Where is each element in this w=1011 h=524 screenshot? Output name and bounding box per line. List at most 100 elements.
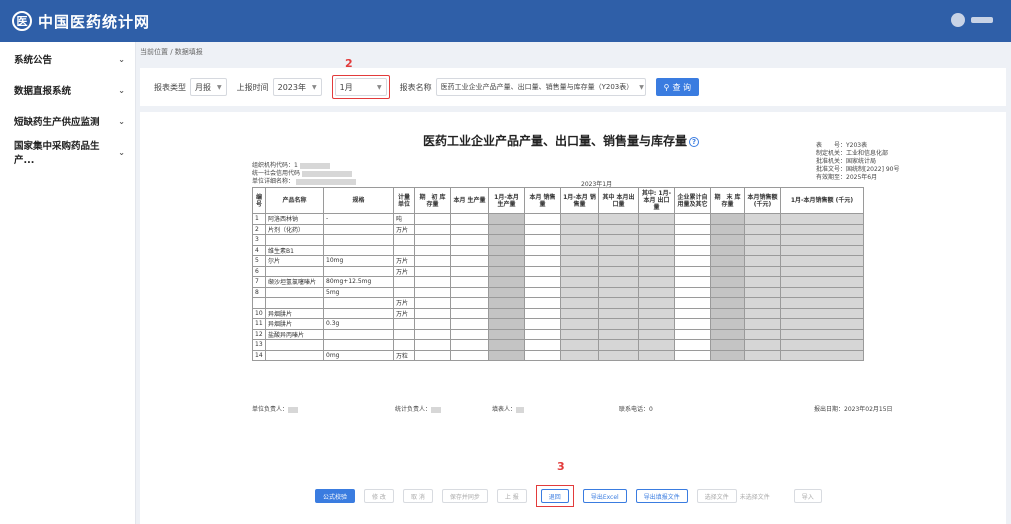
- cell-value-redacted[interactable]: [524, 307, 561, 319]
- cell-value-redacted[interactable]: [524, 339, 561, 351]
- cell-value-redacted[interactable]: [780, 339, 864, 351]
- export-excel-button[interactable]: 导出Excel: [582, 489, 627, 503]
- cell-value-redacted[interactable]: [560, 318, 599, 330]
- cell-value-redacted[interactable]: [524, 244, 561, 256]
- sidebar-item-shortage-monitor[interactable]: 短缺药生产供应监测 ⌄: [0, 107, 135, 135]
- cell-value-redacted[interactable]: [710, 297, 745, 309]
- cell-value-redacted[interactable]: [488, 339, 525, 351]
- cell-value-redacted[interactable]: [560, 349, 599, 361]
- cell-value-redacted[interactable]: [780, 234, 864, 246]
- cell-value-redacted[interactable]: [638, 339, 675, 351]
- cell-value-redacted[interactable]: [638, 255, 675, 267]
- cell-value-redacted[interactable]: [638, 318, 675, 330]
- cell-value-redacted[interactable]: [524, 318, 561, 330]
- cell-value-redacted[interactable]: [560, 213, 599, 225]
- cell-value-redacted[interactable]: [524, 276, 561, 288]
- cell-value-redacted[interactable]: [414, 328, 451, 340]
- cell-value-redacted[interactable]: [598, 244, 639, 256]
- cell-value-redacted[interactable]: [414, 265, 451, 277]
- cell-value-redacted[interactable]: [744, 276, 781, 288]
- cell-value-redacted[interactable]: [780, 255, 864, 267]
- cell-value-redacted[interactable]: [450, 213, 489, 225]
- cell-value-redacted[interactable]: [744, 265, 781, 277]
- cell-value-redacted[interactable]: [414, 286, 451, 298]
- cell-value-redacted[interactable]: [560, 223, 599, 235]
- cell-value-redacted[interactable]: [674, 265, 711, 277]
- cell-value-redacted[interactable]: [710, 276, 745, 288]
- cell-value-redacted[interactable]: [710, 244, 745, 256]
- cell-value-redacted[interactable]: [450, 318, 489, 330]
- cell-value-redacted[interactable]: [450, 223, 489, 235]
- cell-value-redacted[interactable]: [598, 286, 639, 298]
- cell-value-redacted[interactable]: [450, 349, 489, 361]
- cell-value-redacted[interactable]: [560, 297, 599, 309]
- cell-value-redacted[interactable]: [488, 265, 525, 277]
- cell-value-redacted[interactable]: [488, 297, 525, 309]
- cell-value-redacted[interactable]: [450, 244, 489, 256]
- cell-value-redacted[interactable]: [598, 223, 639, 235]
- cell-value-redacted[interactable]: [488, 328, 525, 340]
- cell-value-redacted[interactable]: [450, 307, 489, 319]
- cell-value-redacted[interactable]: [524, 255, 561, 267]
- cell-value-redacted[interactable]: [450, 328, 489, 340]
- cell-value-redacted[interactable]: [674, 223, 711, 235]
- cell-value-redacted[interactable]: [524, 265, 561, 277]
- cell-value-redacted[interactable]: [744, 297, 781, 309]
- formula-check-button[interactable]: 公式校验: [315, 489, 356, 503]
- cell-value-redacted[interactable]: [598, 318, 639, 330]
- cell-value-redacted[interactable]: [674, 255, 711, 267]
- cell-value-redacted[interactable]: [780, 286, 864, 298]
- cell-value-redacted[interactable]: [524, 213, 561, 225]
- cell-value-redacted[interactable]: [674, 328, 711, 340]
- cell-value-redacted[interactable]: [780, 244, 864, 256]
- cell-value-redacted[interactable]: [638, 349, 675, 361]
- cell-value-redacted[interactable]: [450, 276, 489, 288]
- cell-value-redacted[interactable]: [710, 349, 745, 361]
- cell-value-redacted[interactable]: [638, 276, 675, 288]
- sidebar-item-direct-report[interactable]: 数据直报系统 ⌄: [0, 76, 135, 104]
- cell-value-redacted[interactable]: [560, 255, 599, 267]
- cell-value-redacted[interactable]: [524, 349, 561, 361]
- cell-value-redacted[interactable]: [638, 244, 675, 256]
- cell-value-redacted[interactable]: [780, 223, 864, 235]
- search-button[interactable]: ⚲ 查 询: [655, 78, 700, 96]
- cell-value-redacted[interactable]: [674, 234, 711, 246]
- cell-value-redacted[interactable]: [560, 286, 599, 298]
- select-file-button[interactable]: 选择文件: [696, 489, 737, 503]
- cell-value-redacted[interactable]: [598, 213, 639, 225]
- cell-value-redacted[interactable]: [488, 244, 525, 256]
- cell-value-redacted[interactable]: [598, 297, 639, 309]
- report-name-select[interactable]: 医药工业企业产品产量、出口量、销售量与库存量（Y203表） ▼: [435, 78, 646, 96]
- cell-value-redacted[interactable]: [638, 234, 675, 246]
- cell-value-redacted[interactable]: [710, 234, 745, 246]
- cell-value-redacted[interactable]: [524, 297, 561, 309]
- cell-value-redacted[interactable]: [488, 286, 525, 298]
- cell-value-redacted[interactable]: [488, 255, 525, 267]
- cell-value-redacted[interactable]: [560, 234, 599, 246]
- cell-value-redacted[interactable]: [710, 318, 745, 330]
- cell-value-redacted[interactable]: [674, 244, 711, 256]
- cell-value-redacted[interactable]: [744, 223, 781, 235]
- cell-value-redacted[interactable]: [488, 307, 525, 319]
- cell-value-redacted[interactable]: [414, 276, 451, 288]
- import-button[interactable]: 导入: [793, 489, 822, 503]
- cell-value-redacted[interactable]: [450, 234, 489, 246]
- cell-value-redacted[interactable]: [414, 213, 451, 225]
- cell-value-redacted[interactable]: [674, 349, 711, 361]
- cell-value-redacted[interactable]: [450, 297, 489, 309]
- cell-value-redacted[interactable]: [638, 286, 675, 298]
- help-icon[interactable]: ?: [689, 136, 700, 147]
- modify-button[interactable]: 修 改: [364, 489, 394, 503]
- cell-value-redacted[interactable]: [744, 244, 781, 256]
- user-menu[interactable]: [951, 13, 993, 27]
- cell-value-redacted[interactable]: [560, 276, 599, 288]
- cell-value-redacted[interactable]: [744, 286, 781, 298]
- cell-value-redacted[interactable]: [780, 265, 864, 277]
- cell-value-redacted[interactable]: [710, 223, 745, 235]
- sidebar-item-procurement[interactable]: 国家集中采购药品生产... ⌄: [0, 138, 135, 166]
- cell-value-redacted[interactable]: [450, 286, 489, 298]
- sidebar-item-announcements[interactable]: 系统公告 ⌄: [0, 45, 135, 73]
- cell-value-redacted[interactable]: [638, 328, 675, 340]
- cell-value-redacted[interactable]: [414, 244, 451, 256]
- cell-value-redacted[interactable]: [488, 318, 525, 330]
